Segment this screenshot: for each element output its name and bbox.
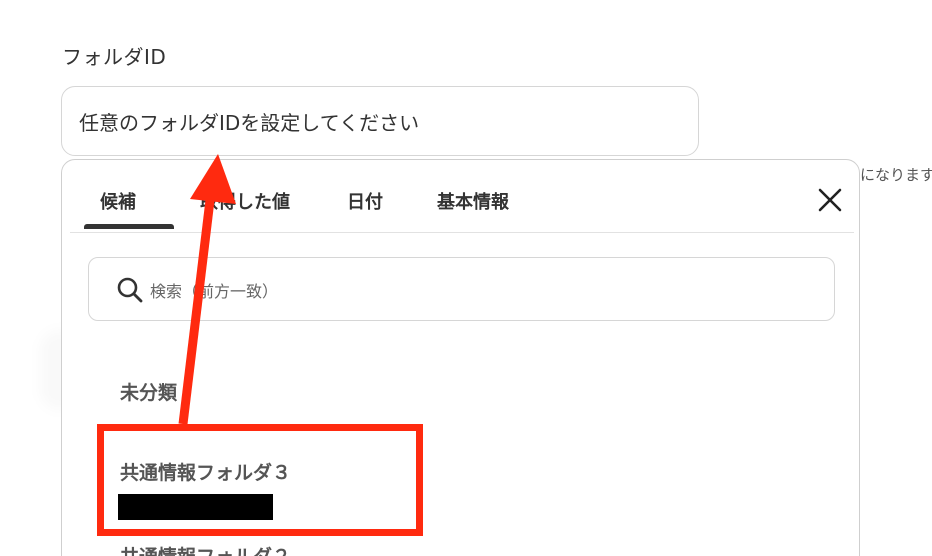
folder-id-input-value: 任意のフォルダIDを設定してください bbox=[79, 110, 420, 135]
folder-id-input[interactable]: 任意のフォルダIDを設定してください bbox=[61, 86, 699, 156]
tab-date[interactable]: 日付 bbox=[347, 188, 383, 214]
field-label: フォルダID bbox=[62, 45, 167, 69]
tab-acquired-values[interactable]: 取得した値 bbox=[200, 188, 290, 214]
search-placeholder: 検索（前方一致） bbox=[150, 282, 279, 301]
active-tab-indicator bbox=[84, 224, 174, 229]
list-item[interactable]: 共通情報フォルダ２ bbox=[120, 542, 291, 556]
close-icon[interactable] bbox=[816, 186, 844, 214]
tab-candidates[interactable]: 候補 bbox=[100, 188, 136, 214]
search-icon bbox=[117, 277, 143, 303]
redacted-folder-id bbox=[118, 494, 273, 520]
value-picker-panel: 候補 取得した値 日付 基本情報 検索（前方一致） 未分類 共通情報フォルダ３ … bbox=[61, 159, 860, 556]
search-input[interactable]: 検索（前方一致） bbox=[88, 257, 835, 321]
tab-bar: 候補 取得した値 日付 基本情報 bbox=[70, 160, 854, 233]
list-item[interactable]: 共通情報フォルダ３ bbox=[120, 458, 291, 485]
tab-basic-info[interactable]: 基本情報 bbox=[437, 188, 509, 214]
form-page: フォルダID 任意のフォルダIDを設定してください になります 候補 取得した値… bbox=[0, 0, 932, 556]
helper-text: になります bbox=[860, 166, 932, 184]
category-heading: 未分類 bbox=[120, 382, 178, 404]
